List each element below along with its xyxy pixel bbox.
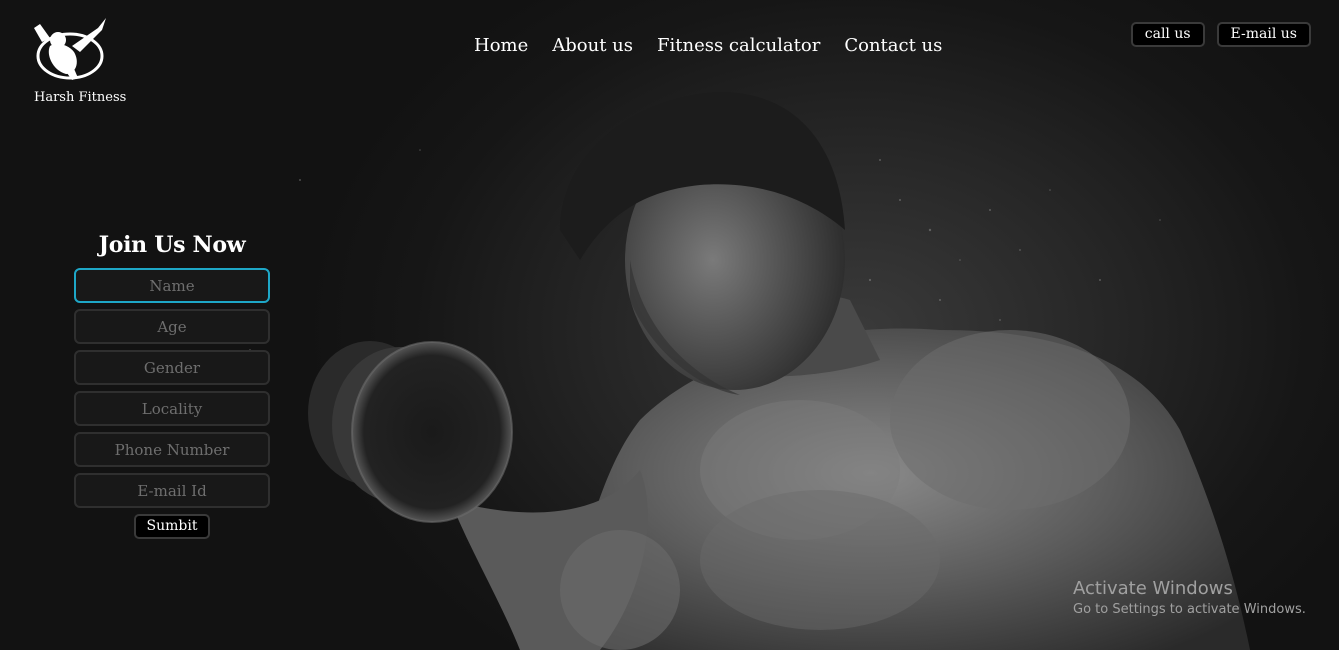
- nav-contact-us[interactable]: Contact us: [844, 35, 942, 56]
- locality-field[interactable]: [74, 391, 270, 426]
- join-form: Join Us Now Sumbit: [74, 232, 270, 539]
- nav-about-us[interactable]: About us: [552, 35, 633, 56]
- name-field[interactable]: [74, 268, 270, 303]
- activate-windows-subtitle: Go to Settings to activate Windows.: [1073, 602, 1306, 617]
- contact-buttons: call us E-mail us: [1130, 22, 1311, 47]
- main-nav: Home About us Fitness calculator Contact…: [474, 35, 942, 56]
- call-us-button[interactable]: call us: [1130, 22, 1205, 47]
- activate-windows-title: Activate Windows: [1073, 578, 1233, 599]
- phone-number-field[interactable]: [74, 432, 270, 467]
- gender-field[interactable]: [74, 350, 270, 385]
- bodybuilder-logo-icon: [34, 18, 106, 80]
- activate-windows-watermark: Activate Windows Go to Settings to activ…: [1073, 578, 1306, 617]
- email-us-button[interactable]: E-mail us: [1216, 22, 1311, 47]
- submit-button[interactable]: Sumbit: [133, 514, 211, 539]
- brand-logo[interactable]: Harsh Fitness: [30, 16, 130, 116]
- age-field[interactable]: [74, 309, 270, 344]
- nav-fitness-calculator[interactable]: Fitness calculator: [657, 35, 820, 56]
- nav-home[interactable]: Home: [474, 35, 528, 56]
- brand-name: Harsh Fitness: [34, 90, 127, 105]
- join-form-title: Join Us Now: [98, 232, 246, 258]
- email-id-field[interactable]: [74, 473, 270, 508]
